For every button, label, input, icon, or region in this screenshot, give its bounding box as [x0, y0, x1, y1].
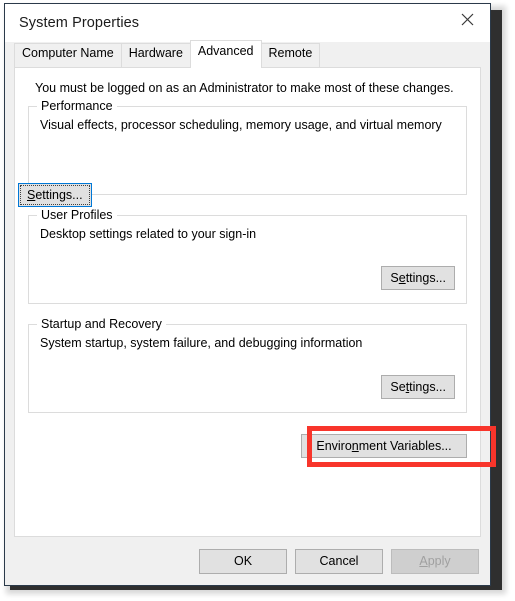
group-performance: Performance Visual effects, processor sc…: [18, 99, 467, 207]
administrator-notice: You must be logged on as an Administrato…: [35, 81, 454, 95]
cancel-button[interactable]: Cancel: [295, 548, 383, 574]
tab-content-panel: You must be logged on as an Administrato…: [14, 67, 496, 537]
group-startup-recovery: Startup and Recovery System startup, sys…: [28, 317, 467, 413]
group-performance-label: Performance: [37, 99, 117, 113]
tab-strip: Computer Name Hardware Advanced Remote: [5, 40, 490, 68]
tab-label: Hardware: [128, 46, 183, 60]
btn-text-prefix: Se: [390, 380, 406, 394]
btn-accel-char: e: [398, 271, 406, 285]
group-user-profiles-label: User Profiles: [37, 208, 117, 222]
environment-variables-button[interactable]: Enviro n ment Variables...: [301, 434, 467, 458]
ok-button[interactable]: OK: [199, 548, 287, 574]
startup-recovery-settings-button[interactable]: Se t tings...: [381, 375, 455, 399]
btn-text-suffix: ttings...: [405, 271, 446, 285]
dialog-button-bar: OK Cancel Apply: [5, 537, 490, 585]
btn-accel-char: S: [27, 188, 36, 202]
tab-label: Remote: [268, 46, 313, 60]
tab-remote[interactable]: Remote: [260, 43, 321, 67]
group-startup-recovery-label: Startup and Recovery: [37, 317, 166, 331]
btn-accel-char: A: [419, 554, 428, 568]
tab-label: Advanced: [197, 44, 254, 58]
btn-text-suffix: pply: [427, 554, 451, 568]
close-button[interactable]: [444, 4, 490, 34]
user-profiles-settings-button[interactable]: Se ttings...: [381, 266, 455, 290]
tab-advanced[interactable]: Advanced: [189, 40, 262, 68]
btn-text-prefix: S: [390, 271, 399, 285]
system-properties-dialog: System Properties Computer Name Hardware…: [4, 3, 496, 586]
btn-text-suffix: tings...: [409, 380, 446, 394]
title-bar: System Properties: [5, 4, 490, 42]
tab-label: Computer Name: [22, 46, 114, 60]
window-title: System Properties: [19, 15, 140, 31]
btn-text-prefix: Enviro: [316, 439, 352, 453]
apply-button: Apply: [391, 548, 479, 574]
btn-label: Cancel: [319, 554, 359, 568]
btn-accel-char: n: [351, 439, 359, 453]
close-icon: [461, 13, 474, 26]
performance-settings-button[interactable]: Settings...: [18, 183, 92, 207]
group-user-profiles: User Profiles Desktop settings related t…: [28, 208, 467, 304]
tab-computer-name[interactable]: Computer Name: [14, 43, 122, 67]
screenshot-root: System Properties Computer Name Hardware…: [0, 0, 515, 601]
btn-text-suffix: ment Variables...: [358, 439, 452, 453]
btn-label: OK: [233, 554, 253, 568]
tab-hardware[interactable]: Hardware: [120, 43, 191, 67]
btn-text-suffix: ettings...: [35, 188, 83, 202]
